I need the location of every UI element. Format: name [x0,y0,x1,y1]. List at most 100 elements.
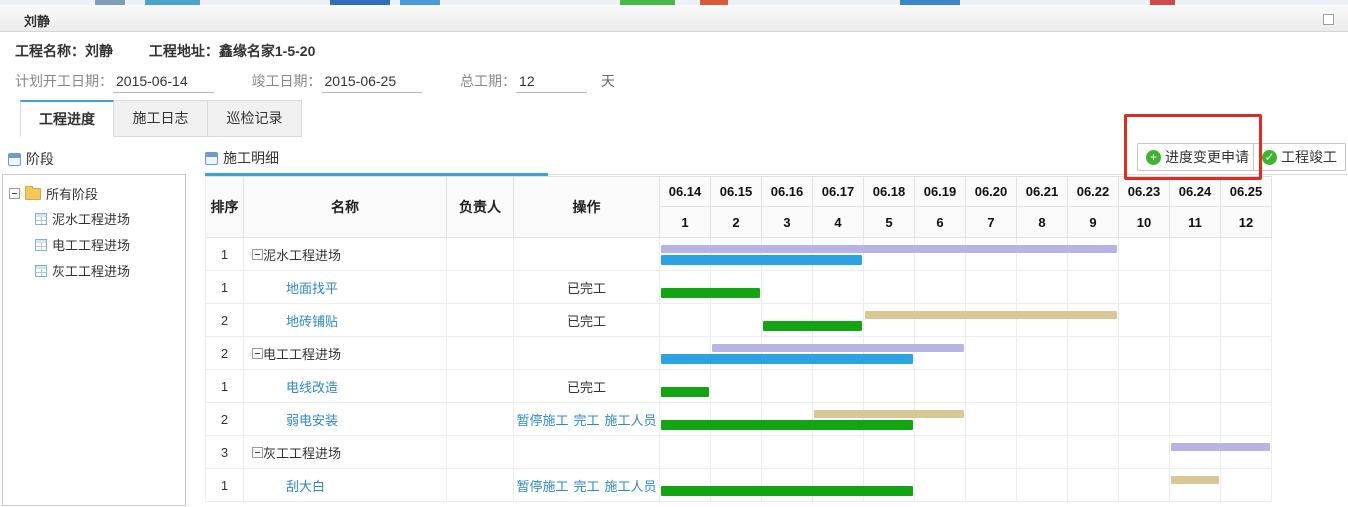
window-control-icon[interactable] [1323,14,1334,25]
gantt-bar-plan-group [712,344,964,352]
row-owner [447,403,514,435]
gantt-bar-plan-item [865,311,1117,319]
tab-progress[interactable]: 工程进度 [20,100,114,137]
gantt-bar-actual-item [661,288,760,298]
progress-change-request-button[interactable]: + 进度变更申请 [1137,143,1258,171]
row-ops [514,436,660,468]
date-header-cell: 06.22 [1068,177,1119,206]
tree-item-label: 电工工程进场 [52,235,130,254]
op-action-link[interactable]: 施工人员 [605,476,657,495]
project-complete-label: 工程竣工 [1281,147,1337,167]
row-owner [447,238,514,270]
row-name-link[interactable]: 刮大白 [286,476,325,495]
gantt-bar-actual-item [763,321,862,331]
row-order: 2 [206,403,244,435]
duration-input[interactable]: 12 [516,73,587,93]
gantt-row: 2电工工程进场 [206,337,1272,370]
op-status-text: 已完工 [567,278,606,297]
date-header-cell: 06.16 [762,177,813,206]
op-action-link[interactable]: 施工人员 [605,410,657,429]
row-name-cell: 电线改造 [244,370,447,402]
folder-icon [25,188,41,200]
project-complete-button[interactable]: ✓ 工程竣工 [1253,143,1346,171]
col-header-order: 排序 [206,177,244,237]
date-header-cell: 06.19 [915,177,966,206]
project-name-value: 刘静 [85,43,113,59]
row-name-link[interactable]: 电线改造 [286,377,338,396]
start-date-label: 计划开工日期： [15,73,113,89]
row-owner [447,337,514,369]
dialog-titlebar: 刘静 [0,5,1348,32]
collapse-icon[interactable] [252,348,263,359]
tree-root-label: 所有阶段 [46,184,98,203]
op-action-link[interactable]: 完工 [573,476,599,495]
date-header-cell: 06.20 [966,177,1017,206]
tab-bar: 工程进度施工日志巡检记录 [20,100,302,137]
project-address-label: 工程地址： [149,43,219,59]
collapse-icon[interactable] [9,188,20,199]
col-header-owner: 负责人 [447,177,514,237]
row-name-link[interactable]: 地砖铺贴 [286,311,338,330]
op-action-link[interactable]: 完工 [573,410,599,429]
day-header-row: 123456789101112 [660,207,1272,237]
row-timeline [660,304,1272,336]
tree-item[interactable]: 灰工工程进场 [35,261,179,280]
gantt-row: 1电线改造已完工 [206,370,1272,403]
row-name-label: 电工工程进场 [263,344,341,363]
table-icon [35,239,47,251]
finish-date-label: 竣工日期： [252,73,322,89]
row-name-cell: 地面找平 [244,271,447,303]
row-name-cell: 泥水工程进场 [244,238,447,270]
row-order: 1 [206,271,244,303]
gantt-bar-actual-group [661,354,913,364]
row-ops: 暂停施工完工施工人员 [514,469,660,501]
tree-item[interactable]: 电工工程进场 [35,235,179,254]
day-header-cell: 9 [1068,207,1119,237]
row-ops [514,337,660,369]
panel-icon [205,152,218,165]
collapse-icon[interactable] [252,447,263,458]
op-action-link[interactable]: 暂停施工 [516,410,568,429]
duration-unit: 天 [601,73,615,89]
gantt-bar-actual-group [661,255,862,265]
day-header-cell: 8 [1017,207,1068,237]
day-header-cell: 5 [864,207,915,237]
gantt-header: 排序 名称 负责人 操作 06.1406.1506.1606.1706.1806… [206,177,1272,238]
col-header-ops: 操作 [514,177,660,237]
finish-date-input[interactable]: 2015-06-25 [322,73,423,93]
gantt-row: 2 弱电安装 暂停施工完工施工人员 [206,403,1272,436]
row-owner [447,304,514,336]
collapse-icon[interactable] [252,249,263,260]
plus-circle-icon: + [1146,150,1161,165]
stage-panel-header: 阶段 [8,149,54,169]
check-circle-icon: ✓ [1262,150,1277,165]
tree-item[interactable]: 泥水工程进场 [35,209,179,228]
date-header-cell: 06.18 [864,177,915,206]
op-action-link[interactable]: 暂停施工 [516,476,568,495]
row-name-cell: 刮大白 [244,469,447,501]
date-header-cell: 06.25 [1221,177,1272,206]
gantt-bar-actual-item [661,420,913,430]
row-owner [447,436,514,468]
timeline-header: 06.1406.1506.1606.1706.1806.1906.2006.21… [660,177,1272,237]
op-status-text: 已完工 [567,377,606,396]
row-name-link[interactable]: 地面找平 [286,278,338,297]
date-header-cell: 06.17 [813,177,864,206]
day-header-cell: 10 [1119,207,1170,237]
date-header-row: 06.1406.1506.1606.1706.1806.1906.2006.21… [660,177,1272,207]
tab-log[interactable]: 施工日志 [114,100,208,137]
day-header-cell: 12 [1221,207,1272,237]
detail-panel-header: 施工明细 + 进度变更申请 ✓ 工程竣工 [205,140,1348,175]
project-summary: 工程名称：刘静 工程地址：鑫缘名家1-5-20 [15,41,315,61]
row-name-link[interactable]: 弱电安装 [286,410,338,429]
tab-inspection[interactable]: 巡检记录 [208,100,302,137]
row-order: 3 [206,436,244,468]
start-date-input[interactable]: 2015-06-14 [113,73,214,93]
project-address-value: 鑫缘名家1-5-20 [219,43,315,59]
project-name-label: 工程名称： [15,43,85,59]
tree-root[interactable]: 所有阶段 [9,184,179,203]
date-header-cell: 06.23 [1119,177,1170,206]
table-icon [35,265,47,277]
row-order: 2 [206,304,244,336]
row-name-cell: 电工工程进场 [244,337,447,369]
